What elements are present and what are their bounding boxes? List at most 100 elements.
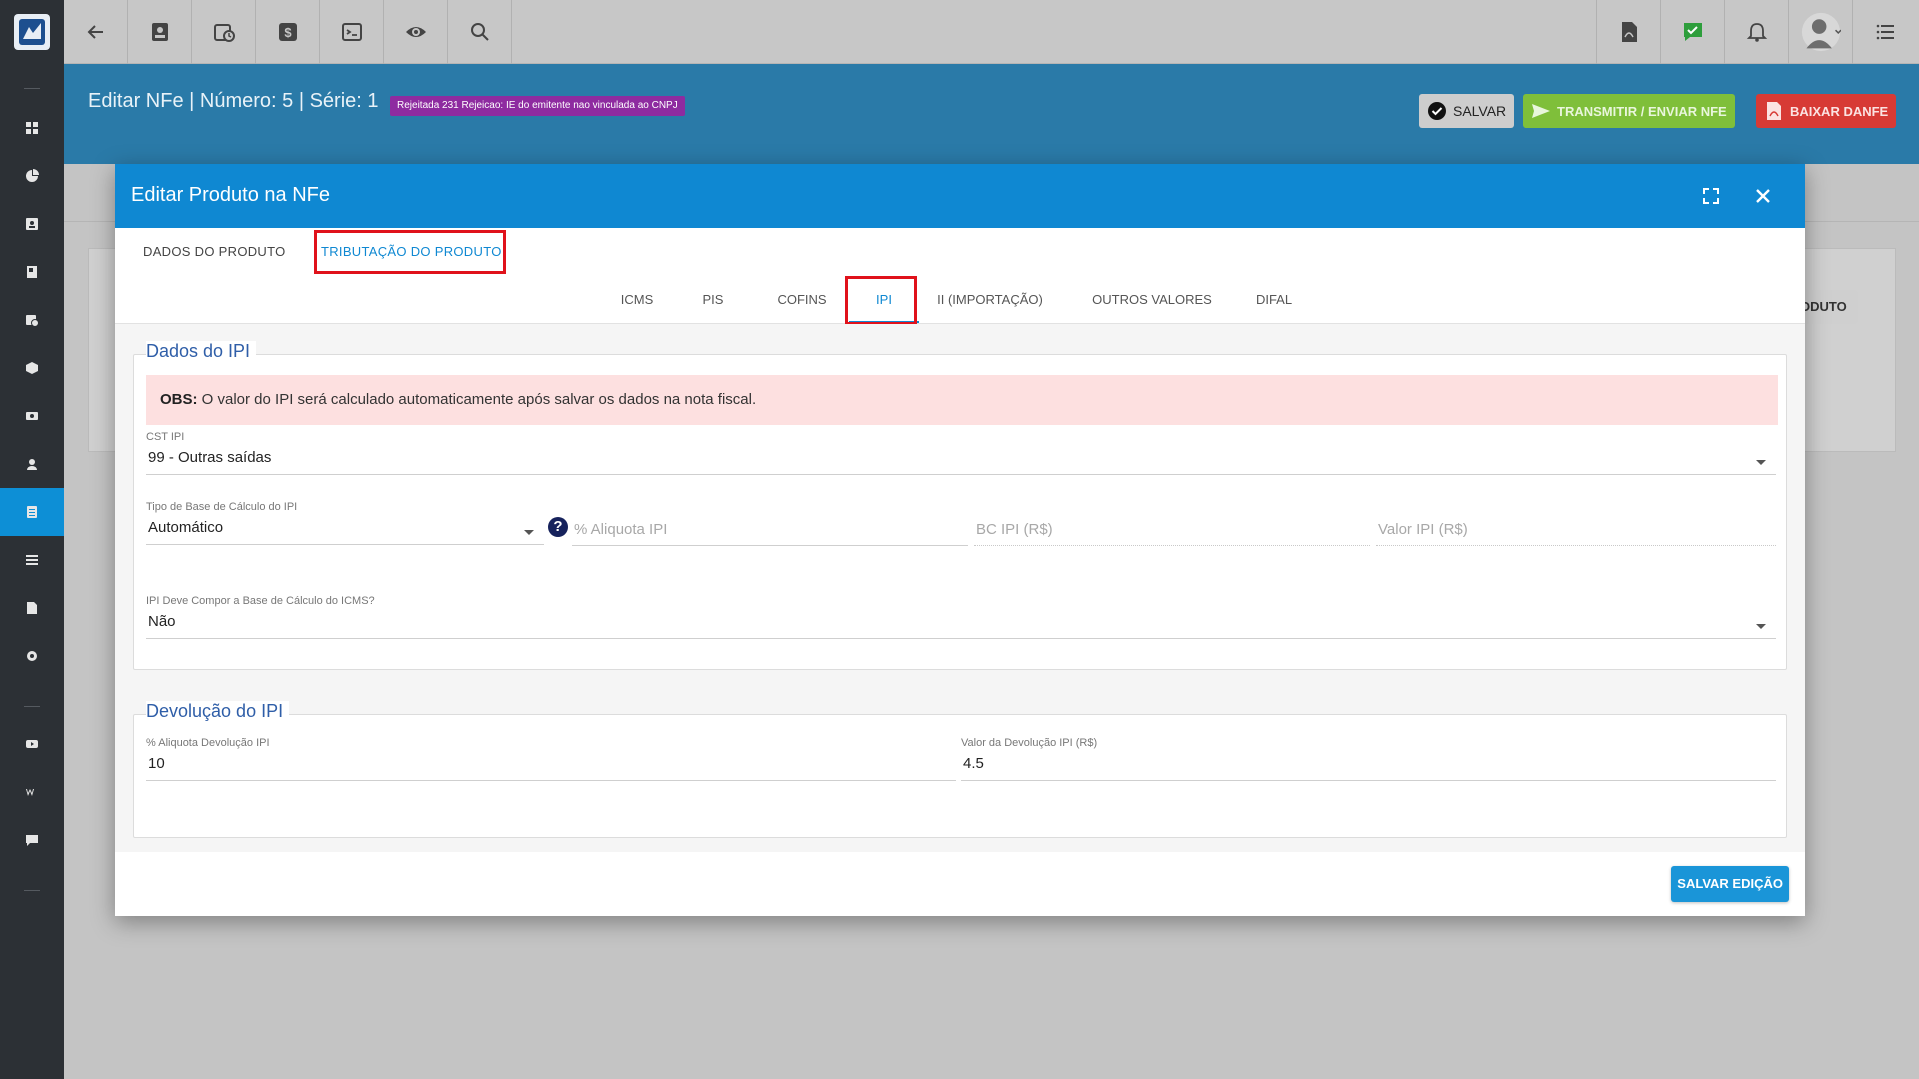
back-button[interactable] [64,0,128,64]
contact-card-icon [151,23,168,41]
valor-ipi-placeholder: Valor IPI (R$) [1378,521,1468,538]
chat-icon [26,835,38,846]
field-underline [146,780,956,781]
sidebar-item-products[interactable] [0,344,64,392]
tab-cofins[interactable]: COFINS [774,276,830,324]
valor-devolucao-input[interactable]: Valor da Devolução IPI (R$) 4.5 [961,737,1776,781]
schedule-button[interactable] [192,0,256,64]
document-icon [27,506,37,518]
gear-icon [27,651,37,661]
sidebar-item-settings[interactable] [0,632,64,680]
obs-text: O valor do IPI será calculado automatica… [197,391,757,408]
sidebar-item-users[interactable] [0,440,64,488]
save-edit-button[interactable]: SALVAR EDIÇÃO [1671,866,1789,902]
aliquota-devolucao-input[interactable]: % Aliquota Devolução IPI 10 [146,737,956,781]
transmit-button-label: TRANSMITIR / ENVIAR NFE [1557,103,1727,119]
field-underline [146,638,1776,639]
tab-pis[interactable]: PIS [696,276,730,324]
terminal-button[interactable] [320,0,384,64]
aliquota-ipi-placeholder: % Aliquota IPI [574,521,668,538]
tab-outros-valores[interactable]: OUTROS VALORES [1091,276,1213,324]
sidebar-divider [24,890,40,891]
sidebar-item-dashboard[interactable] [0,104,64,152]
pdf-button[interactable] [1596,0,1660,64]
messages-button[interactable] [1660,0,1724,64]
ipi-obs-alert: OBS: O valor do IPI será calculado autom… [146,375,1778,425]
close-icon [1756,189,1770,203]
sidebar-divider [24,706,40,707]
aliquota-ipi-input[interactable]: % Aliquota IPI [572,521,968,546]
cash-icon [26,412,38,420]
valor-ipi-input: Valor IPI (R$) [1376,521,1776,546]
box-icon [26,362,38,374]
valor-devolucao-value: 4.5 [963,755,984,772]
check-circle-icon [1428,102,1446,120]
finance-button[interactable]: $ [256,0,320,64]
sidebar-item-videos[interactable] [0,720,64,768]
edit-product-modal: Editar Produto na NFe DADOS DO PRODUTO T… [115,164,1805,916]
file-icon [27,602,37,614]
eye-icon [405,27,426,37]
base-type-select[interactable]: Tipo de Base de Cálculo do IPI Automátic… [146,501,544,545]
sidebar-item-schedule[interactable] [0,296,64,344]
close-button[interactable] [1749,182,1777,210]
pdf-file-icon [1621,22,1637,42]
avatar-icon [1801,12,1841,52]
bc-ipi-input: BC IPI (R$) [974,521,1370,546]
view-button[interactable] [384,0,448,64]
sidebar-item-catalog[interactable] [0,248,64,296]
save-button[interactable]: SALVAR [1419,94,1515,128]
modal-body: Dados do IPI OBS: O valor do IPI será ca… [115,324,1805,852]
tab-difal[interactable]: DIFAL [1253,276,1295,324]
dropdown-caret-icon [524,530,534,535]
sidebar-item-wiki[interactable] [0,768,64,816]
download-danfe-button[interactable]: BAIXAR DANFE [1756,94,1897,128]
menu-button[interactable] [1852,0,1916,64]
field-underline [146,474,1776,475]
status-badge: Rejeitada 231 Rejeicao: IE do emitente n… [390,96,685,116]
sidebar-item-contacts[interactable] [0,200,64,248]
fullscreen-button[interactable] [1697,182,1725,210]
cst-ipi-select[interactable]: CST IPI 99 - Outras saídas [146,431,1776,475]
bc-ipi-placeholder: BC IPI (R$) [976,521,1053,538]
save-button-label: SALVAR [1453,103,1507,119]
tab-dados-do-produto[interactable]: DADOS DO PRODUTO [143,228,286,276]
base-type-label: Tipo de Base de Cálculo do IPI [146,501,298,513]
ipi-data-card: Dados do IPI OBS: O valor do IPI será ca… [133,341,1787,670]
app-logo[interactable] [14,14,50,50]
sidebar-item-reports[interactable] [0,152,64,200]
aliquota-devolucao-value: 10 [148,755,165,772]
list-icon [26,555,38,565]
notifications-button[interactable] [1724,0,1788,64]
cst-ipi-value: 99 - Outras saídas [148,449,272,466]
user-menu-button[interactable] [1788,0,1852,64]
wiki-icon [26,789,34,796]
ipi-return-card: Devolução do IPI % Aliquota Devolução IP… [133,701,1787,838]
pdf-file-icon [1767,102,1781,120]
sidebar-item-files[interactable] [0,584,64,632]
highlight-box [845,276,917,325]
obs-label: OBS: [160,391,198,408]
field-underline [1376,545,1776,546]
dollar-icon: $ [278,23,297,41]
field-underline [974,545,1370,546]
compor-base-icms-select[interactable]: IPI Deve Compor a Base de Cálculo do ICM… [146,595,1776,639]
sidebar-item-chat[interactable] [0,816,64,864]
help-icon[interactable]: ? [548,517,568,537]
video-icon [26,740,38,748]
transmit-button[interactable]: TRANSMITIR / ENVIAR NFE [1523,94,1735,128]
contacts-button[interactable] [128,0,192,64]
tab-importacao[interactable]: II (IMPORTAÇÃO) [933,276,1047,324]
sidebar-item-finance[interactable] [0,392,64,440]
modal-header: Editar Produto na NFe [115,164,1805,228]
valor-devolucao-label: Valor da Devolução IPI (R$) [961,737,1098,749]
compor-base-value: Não [148,613,176,630]
tab-icms[interactable]: ICMS [614,276,660,324]
download-danfe-label: BAIXAR DANFE [1790,103,1889,119]
highlight-box [314,230,506,274]
modal-footer: SALVAR EDIÇÃO [115,852,1805,916]
search-button[interactable] [448,0,512,64]
sidebar-item-lists[interactable] [0,536,64,584]
sidebar-item-nfe[interactable] [0,488,64,536]
dropdown-caret-icon [1756,624,1766,629]
